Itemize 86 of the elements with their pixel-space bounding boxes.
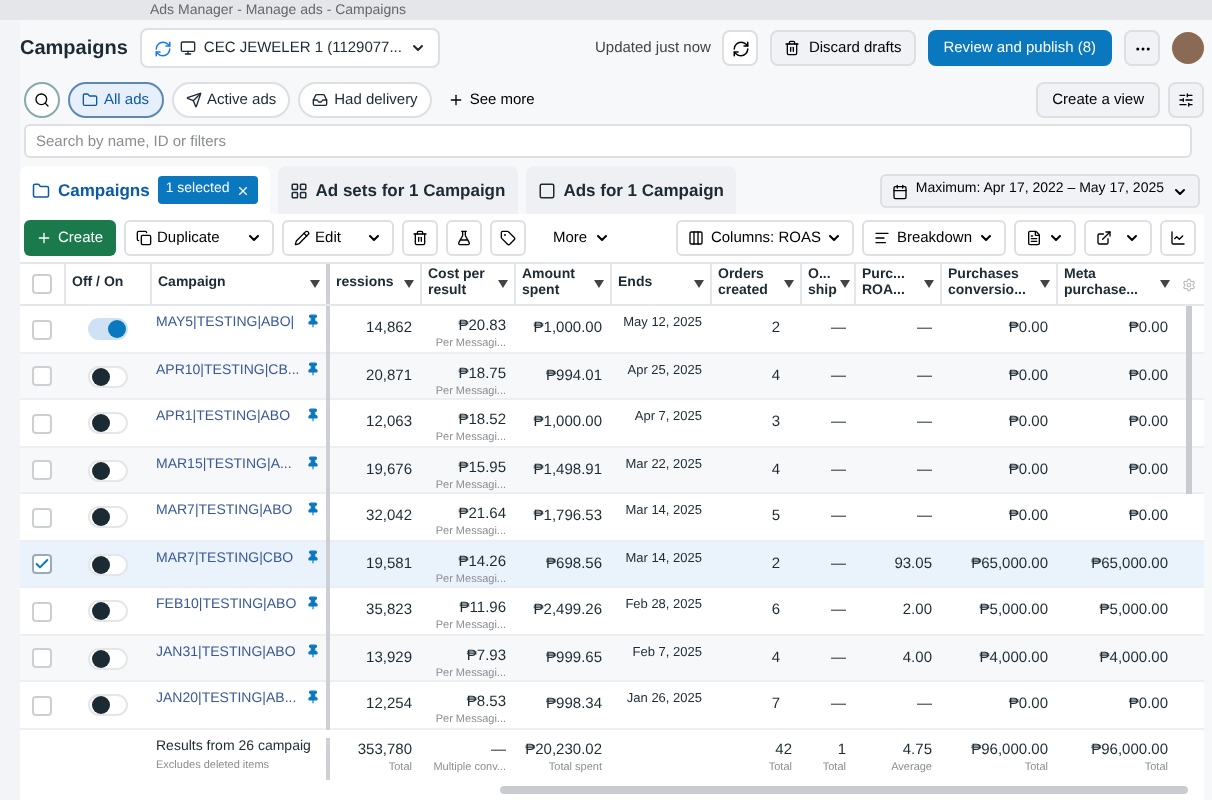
caret-icon (826, 230, 843, 246)
export-button[interactable] (1084, 220, 1152, 256)
toggle-switch[interactable] (87, 647, 127, 670)
row-checkbox[interactable] (32, 554, 52, 575)
sliders-icon (1178, 92, 1194, 108)
search-button[interactable] (24, 82, 60, 118)
columns-icon (688, 230, 705, 246)
caret-icon (593, 230, 610, 246)
sort-caret-icon (784, 280, 794, 288)
toggle-switch[interactable] (87, 365, 127, 388)
check-icon (34, 556, 50, 573)
flask-icon (455, 230, 472, 246)
pin-icon (306, 361, 320, 375)
pin-icon (306, 549, 320, 563)
sort-caret-icon (404, 280, 414, 288)
sort-caret-icon (498, 280, 508, 288)
plus-icon (447, 92, 464, 108)
reports-button[interactable] (1014, 220, 1076, 256)
vertical-scrollbar[interactable] (1185, 353, 1191, 400)
level-tab[interactable]: Ads for 1 Campaign (525, 166, 736, 214)
row-checkbox[interactable] (32, 695, 52, 716)
caret-icon (1048, 230, 1064, 246)
pin-icon (306, 690, 320, 704)
level-tab[interactable]: Ad sets for 1 Campaign (277, 166, 518, 214)
row-checkbox[interactable] (32, 648, 52, 669)
caret-icon (245, 230, 262, 246)
tag-icon (499, 230, 516, 246)
caret-icon (978, 230, 994, 246)
row-checkbox[interactable] (32, 601, 52, 622)
plus-icon (36, 230, 52, 246)
test-button[interactable] (445, 220, 482, 256)
caret-icon (365, 230, 382, 246)
horizontal-scrollbar[interactable] (500, 786, 1188, 794)
sort-caret-icon (594, 280, 604, 288)
toggle-switch[interactable] (87, 506, 127, 529)
toggle-switch[interactable] (87, 318, 127, 341)
sort-caret-icon (924, 280, 934, 288)
row-checkbox[interactable] (32, 366, 52, 387)
export-icon (1096, 230, 1112, 246)
pencil-icon (293, 230, 310, 246)
monitor-icon (179, 40, 196, 56)
tag-button[interactable] (489, 220, 526, 256)
pin-icon (306, 408, 320, 422)
breakdown-icon (874, 230, 891, 246)
avatar[interactable] (1172, 32, 1204, 64)
row-checkbox[interactable] (32, 460, 52, 481)
vertical-scrollbar[interactable] (1185, 400, 1191, 447)
pin-icon (306, 314, 320, 328)
select-all-checkbox[interactable] (32, 274, 52, 294)
pin-icon (306, 502, 320, 516)
toggle-switch[interactable] (87, 694, 127, 717)
trash-icon (784, 40, 801, 56)
refresh-circle-icon (153, 39, 172, 57)
caret-icon (1124, 230, 1140, 246)
row-checkbox[interactable] (32, 413, 52, 434)
sort-caret-icon (1160, 280, 1170, 288)
page-title: Campaigns (20, 35, 128, 63)
chart-button[interactable] (1160, 220, 1196, 256)
toggle-switch[interactable] (87, 412, 127, 435)
refresh-icon (731, 39, 750, 57)
copy-icon (135, 230, 152, 246)
sort-caret-icon (840, 280, 851, 288)
toggle-switch[interactable] (87, 600, 127, 623)
vertical-scrollbar[interactable] (1185, 447, 1191, 494)
report-icon (1026, 230, 1042, 246)
trash-icon (411, 230, 428, 246)
delete-button[interactable] (401, 220, 438, 256)
sort-caret-icon (694, 280, 704, 288)
search-icon (34, 92, 50, 108)
pin-icon (306, 596, 320, 610)
refresh-button[interactable] (722, 30, 759, 66)
calendar-icon (891, 183, 908, 199)
caret-icon (409, 40, 426, 56)
sort-caret-icon (310, 280, 320, 288)
toggle-switch[interactable] (87, 553, 127, 576)
row-checkbox[interactable] (32, 319, 52, 340)
vertical-scrollbar[interactable] (1185, 306, 1191, 353)
customize-button[interactable] (1168, 82, 1204, 118)
close-icon (235, 183, 250, 197)
sort-caret-icon (1040, 280, 1050, 288)
caret-icon (1172, 183, 1188, 199)
pin-icon (306, 455, 320, 469)
row-checkbox[interactable] (32, 507, 52, 528)
pin-icon (306, 643, 320, 657)
toggle-switch[interactable] (87, 459, 127, 482)
chart-icon (1170, 230, 1186, 246)
